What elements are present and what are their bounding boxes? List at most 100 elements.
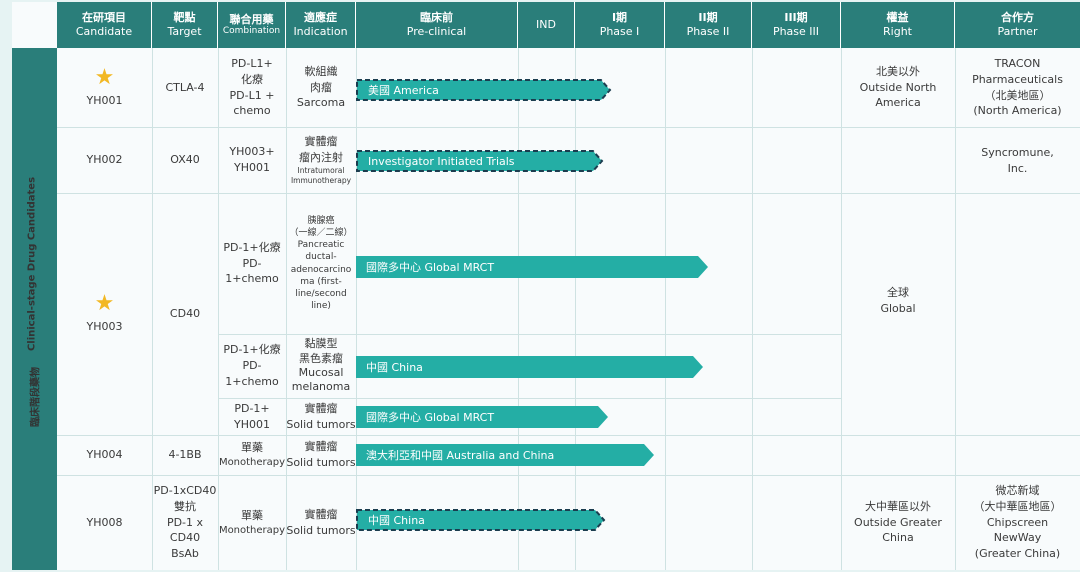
header-right: 權益 Right — [841, 2, 955, 48]
candidate-name: YH004 — [86, 448, 123, 462]
combination-cell: PD-1+化療 PD- 1+chemo — [218, 334, 286, 398]
indication-line: Mucosal — [298, 366, 344, 379]
target-name: 4-1BB — [168, 448, 202, 462]
indication-cell: 胰腺癌 （一線／二線） Pancreatic ductal- adenocarc… — [286, 193, 356, 334]
indication-cell: 實體瘤 Solid tumors — [286, 435, 356, 475]
target-name: CD40 — [169, 307, 201, 321]
header-preclinical: 臨床前 Pre-clinical — [356, 2, 518, 48]
right-cell: 大中華區以外 Outside Greater China — [841, 475, 955, 570]
header-partner: 合作方 Partner — [955, 2, 1080, 48]
table-row-yh002-candidate: YH002 — [57, 127, 152, 193]
bar-label: 中國 China — [366, 361, 423, 374]
indication-line: 瘤內注射 — [299, 151, 343, 165]
pipeline-table: 在研項目 Candidate 靶點 Target 聯合用藥 Combinatio… — [12, 2, 1080, 570]
table-row-yh004-candidate: YH004 — [57, 435, 152, 475]
target-name: CTLA-4 — [165, 80, 205, 94]
header-right-zh: 權益 — [886, 11, 909, 25]
combination-line: PD- — [242, 256, 262, 270]
right-line: Outside Greater — [854, 515, 942, 529]
combination-line: PD- — [242, 359, 262, 373]
header-phase3-zh: III期 — [784, 11, 808, 25]
combination-cell: YH003+ YH001 — [218, 127, 286, 193]
target-line: BsAb — [171, 547, 199, 561]
header-partner-en: Partner — [997, 25, 1038, 38]
table-row-yh008-candidate: YH008 — [57, 475, 152, 570]
side-label: 臨床階段藥物 Clinical-stage Drug Candidates — [27, 177, 42, 427]
target-cell: OX40 — [152, 127, 218, 193]
target-line: PD-1 x CD40 — [166, 515, 204, 545]
indication-line: Pancreatic — [297, 240, 345, 251]
right-line: 北美以外 — [876, 64, 920, 78]
header-ind: IND — [518, 2, 575, 48]
header-phase1-zh: I期 — [611, 11, 628, 25]
candidate-name: YH008 — [86, 515, 123, 529]
partner-line: Inc. — [1007, 161, 1028, 175]
indication-line: ductal- — [305, 252, 337, 263]
header-combination-zh: 聯合用藥 — [229, 12, 274, 26]
combination-line: PD-L1+ — [231, 56, 273, 70]
bar-label: Investigator Initiated Trials — [368, 154, 515, 168]
combination-cell: 單藥 Monotherapy — [218, 475, 286, 570]
header-target-zh: 靶點 — [173, 11, 196, 25]
indication-line: 黏膜型 — [304, 337, 338, 351]
indication-line: Immunotherapy — [290, 175, 352, 185]
partner-line: (North America) — [973, 104, 1062, 118]
indication-line: line/second — [295, 288, 347, 299]
combination-line: PD-1+化療 — [223, 240, 281, 254]
indication-line: 胰腺癌 — [307, 215, 335, 226]
header-phase2: II期 Phase II — [665, 2, 752, 48]
combination-cell: PD-1+ YH001 — [218, 398, 286, 435]
target-cell: CTLA-4 — [152, 48, 218, 127]
combination-line: chemo — [233, 104, 271, 118]
indication-cell: 軟組織 肉瘤 Sarcoma — [286, 48, 356, 127]
indication-line: Solid tumors — [286, 523, 356, 537]
indication-cell: 黏膜型 黑色素瘤 Mucosal melanoma — [286, 334, 356, 398]
partner-line: NewWay — [993, 531, 1042, 545]
combination-line: 單藥 — [241, 508, 263, 522]
bar-label: 國際多中心 Global MRCT — [366, 261, 495, 274]
partner-line: Chipscreen — [986, 515, 1049, 529]
partner-line: (Greater China) — [974, 547, 1061, 561]
combination-cell: PD-L1+ 化療 PD-L1 + chemo — [218, 48, 286, 127]
combination-line: PD-1+ — [234, 401, 270, 415]
header-indication: 適應症 Indication — [286, 2, 356, 48]
partner-cell: 微芯新域 （大中華區地區） Chipscreen NewWay (Greater… — [955, 475, 1080, 570]
progress-bar-yh003-solid: 國際多中心 Global MRCT — [356, 406, 608, 428]
partner-line: （北美地區） — [984, 88, 1051, 102]
side-label-zh: 臨床階段藥物 — [30, 367, 42, 428]
target-line: 雙抗 — [174, 499, 196, 513]
indication-line: melanoma — [291, 380, 351, 394]
target-cell: PD-1xCD40 雙抗 PD-1 x CD40 BsAb — [152, 475, 218, 570]
combination-line: PD-L1 + — [229, 88, 275, 102]
header-preclinical-en: Pre-clinical — [406, 25, 467, 38]
indication-line: 軟組織 — [304, 64, 338, 78]
right-line: Global — [880, 302, 916, 315]
bar-label: 中國 China — [368, 514, 425, 527]
partner-line: Syncromune, — [981, 146, 1054, 159]
partner-cell: TRACON Pharmaceuticals （北美地區） (North Ame… — [955, 48, 1080, 127]
indication-line: Sarcoma — [296, 96, 346, 110]
header-phase1: I期 Phase I — [575, 2, 665, 48]
combination-line: YH003+ — [229, 145, 275, 159]
header-indication-en: Indication — [293, 25, 348, 38]
header-combination-en: Combination — [222, 26, 281, 37]
bar-label: 國際多中心 Global MRCT — [366, 411, 495, 424]
target-cell: CD40 — [152, 193, 218, 435]
header-ind-en: IND — [536, 18, 556, 32]
right-line: 全球 — [887, 286, 909, 300]
indication-cell: 實體瘤 Solid tumors — [286, 475, 356, 570]
indication-line: 實體瘤 — [304, 440, 338, 454]
right-line: China — [882, 531, 914, 545]
indication-cell: 實體瘤 Solid tumors — [286, 398, 356, 435]
candidate-name: YH001 — [86, 93, 123, 107]
bar-label: 澳大利亞和中國 Australia and China — [366, 449, 555, 462]
header-target-en: Target — [167, 25, 202, 38]
combination-line: Monotherapy — [218, 457, 286, 469]
header-phase2-zh: II期 — [698, 11, 718, 25]
progress-bar-yh003-melanoma: 中國 China — [356, 356, 703, 378]
target-cell: 4-1BB — [152, 435, 218, 475]
indication-line: （一線／二線） — [289, 228, 353, 239]
indication-line: Solid tumors — [286, 417, 356, 431]
indication-line: 實體瘤 — [304, 135, 338, 149]
header-indication-zh: 適應症 — [304, 11, 337, 25]
